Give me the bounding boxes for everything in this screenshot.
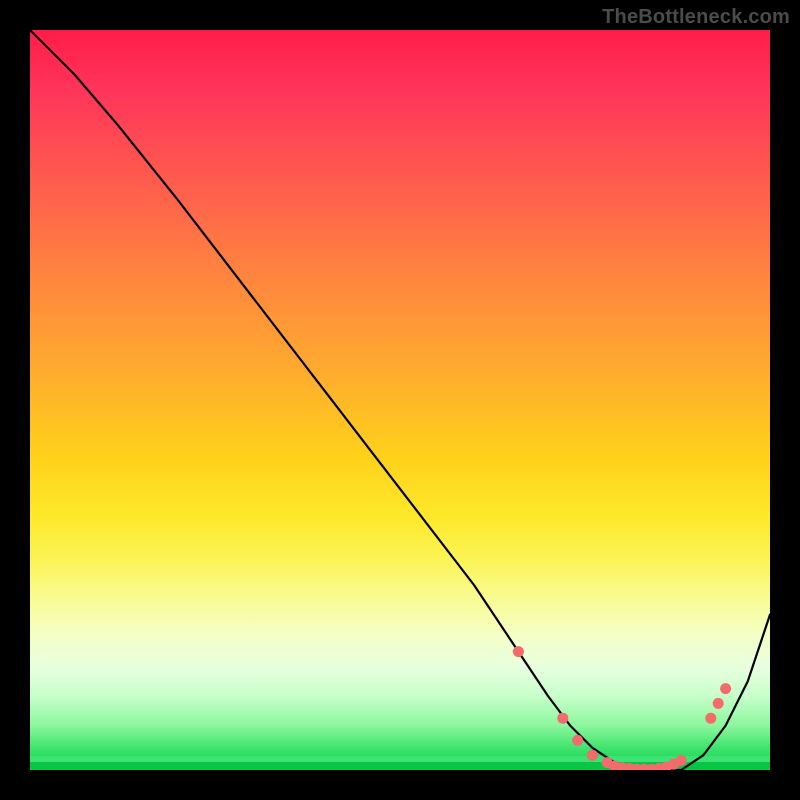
data-marker	[720, 683, 731, 694]
data-marker	[705, 713, 716, 724]
data-marker	[713, 698, 724, 709]
data-marker	[513, 646, 524, 657]
bottleneck-curve	[30, 30, 770, 770]
data-marker	[557, 713, 568, 724]
curve-svg	[30, 30, 770, 770]
data-marker	[572, 735, 583, 746]
chart-stage: TheBottleneck.com	[0, 0, 800, 800]
plot-area	[30, 30, 770, 770]
data-marker	[676, 755, 687, 766]
watermark-text: TheBottleneck.com	[602, 6, 790, 29]
marker-group	[513, 646, 731, 770]
data-marker	[587, 750, 598, 761]
